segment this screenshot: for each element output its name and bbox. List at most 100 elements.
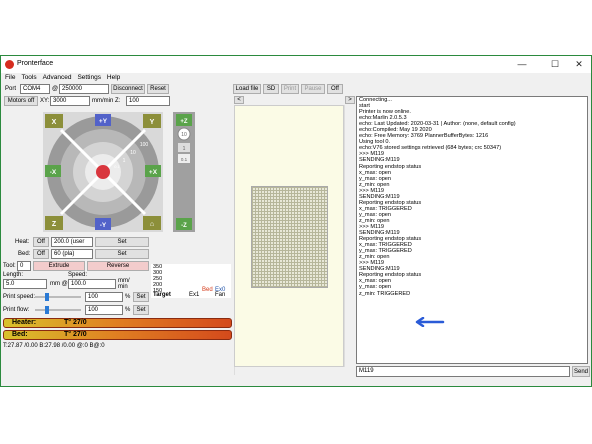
maximize-button[interactable]: ☐ [542,57,568,72]
print-flow-pct: % [125,307,131,313]
legend-bed: Bed [202,287,213,293]
ring-label-10: 10 [130,150,136,156]
z-speed-input[interactable]: 100 [126,96,170,106]
pronterface-app-icon [5,60,14,69]
at-label: @ [52,86,59,92]
minimize-button[interactable]: — [509,57,535,72]
prev-layer-button[interactable]: < [234,96,244,104]
baud-select[interactable]: 250000 [59,84,109,94]
z-step-10-label: 10 [181,132,187,138]
extrude-button[interactable]: Extrude [33,261,85,271]
plus-x-label: +X [149,169,158,176]
jog-center-icon[interactable] [96,165,110,179]
xy-jog-control[interactable]: X Y Z ⌂ +Y -Y -X +X 100 10 1 0.1 [43,112,163,232]
minus-z-label: -Z [181,223,187,229]
bed-set-button[interactable]: Set [95,249,149,259]
bed-gauge-value: T° 27/0 [64,331,87,338]
close-button[interactable]: ✕ [566,57,592,72]
tool-select[interactable]: 0 [17,261,31,271]
home-x-label: X [52,119,57,126]
bed-gauge: Bed: T° 27/0 [3,330,232,340]
print-button[interactable]: Print [281,84,299,94]
pronterface-window: Pronterface — ☐ ✕ File Tools Advanced Se… [0,55,592,387]
preview-vertical-scrollbar[interactable] [344,105,355,367]
legend-fan: Fan [215,292,226,298]
ring-label-0.1: 0.1 [114,164,120,169]
heat-off-button[interactable]: Off [33,237,49,247]
home-y-label: Y [150,119,155,126]
load-file-button[interactable]: Load file [233,84,261,94]
heater-gauge-value: T° 27/0 [64,319,87,326]
home-all-icon: ⌂ [150,221,154,228]
print-flow-label: Print flow: [3,307,30,313]
reset-button[interactable]: Reset [147,84,169,94]
legend-ex1: Ex1 [189,292,200,298]
heater-gauge-label: Heater: [12,319,37,326]
print-speed-set-button[interactable]: Set [133,292,149,302]
menu-advanced[interactable]: Advanced [43,73,72,83]
sd-button[interactable]: SD [263,84,279,94]
print-flow-slider-track [35,309,81,311]
plus-y-label: +Y [99,118,108,125]
tool-label: Tool: [3,263,16,269]
speed-input[interactable]: 100.0 [68,279,116,289]
heat-label: Heat: [15,239,30,245]
z-jog-control[interactable]: +Z -Z 10 1 0.1 [173,112,195,232]
bed-gauge-label: Bed: [12,331,28,338]
xy-speed-input[interactable]: 3000 [50,96,90,106]
menu-bar: File Tools Advanced Settings Help [1,73,591,83]
mm-at-label: mm @ [50,281,68,287]
preview-horizontal-scrollbar[interactable] [234,367,345,375]
ring-label-1: 1 [123,158,126,164]
speed-label: Speed: [68,272,88,278]
z-speed-label: mm/min Z: [92,98,121,104]
z-step-1-label: 1 [183,146,186,152]
print-speed-slider[interactable] [45,293,49,301]
command-input[interactable]: M119 [356,366,570,377]
z-step-0.1-label: 0.1 [181,157,188,162]
length-label: Length: [3,272,24,278]
console-line: z_min: TRIGGERED [359,290,411,297]
print-speed-label: Print speed: [3,294,36,300]
mm-min-label: mm/ min [118,278,130,290]
menu-file[interactable]: File [5,73,15,83]
send-button[interactable]: Send [572,366,590,377]
print-speed-pct: % [125,294,131,300]
next-layer-button[interactable]: > [345,96,355,104]
menu-tools[interactable]: Tools [21,73,36,83]
xy-speed-label: XY: [40,98,50,104]
length-input[interactable]: 5.0 [3,279,47,289]
bed-label: Bed: [18,251,31,257]
heat-set-button[interactable]: Set [95,237,149,247]
bed-temp-select[interactable]: 60 (pla) [51,249,93,259]
heater-gauge: Heater: T° 27/0 [3,318,232,328]
minus-y-label: -Y [100,222,107,229]
heat-temp-select[interactable]: 200.0 (user [51,237,93,247]
off-button[interactable]: Off [327,84,343,94]
minus-x-label: -X [50,169,57,176]
disconnect-button[interactable]: Disconnect [111,84,145,94]
pause-button[interactable]: Pause [301,84,325,94]
title-bar: Pronterface — ☐ ✕ [1,56,591,73]
menu-settings[interactable]: Settings [77,73,101,83]
annotation-arrow-icon [415,317,445,327]
print-flow-slider[interactable] [45,306,49,314]
print-speed-input[interactable]: 100 [85,292,123,302]
home-z-label: Z [52,221,57,228]
print-flow-set-button[interactable]: Set [133,305,149,315]
console-log[interactable]: Connecting... start Printer is now onlin… [356,96,588,364]
reverse-button[interactable]: Reverse [87,261,149,271]
plus-z-label: +Z [180,119,188,125]
port-label: Port [5,86,17,92]
legend-target: Target [153,292,171,298]
motors-off-button[interactable]: Motors off [4,96,38,106]
print-flow-input[interactable]: 100 [85,305,123,315]
temperature-status: T:27.87 /0.00 B:27.98 /0.00 @:0 B@:0 [3,343,105,349]
print-bed-grid [251,186,328,288]
print-speed-slider-track [35,296,81,298]
window-title: Pronterface [17,60,54,67]
menu-help[interactable]: Help [107,73,120,83]
bed-off-button[interactable]: Off [33,249,49,259]
port-select[interactable]: COM4 [20,84,50,94]
ring-label-100: 100 [140,142,149,148]
